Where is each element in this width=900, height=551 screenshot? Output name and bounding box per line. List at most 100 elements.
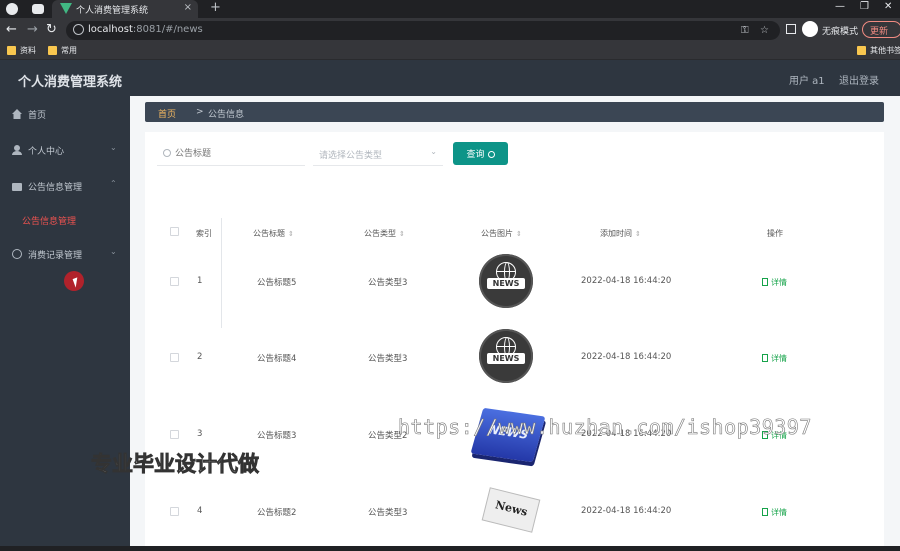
row-time: 2022-04-18 16:44:20: [581, 352, 672, 362]
news-globe-image: NEWS: [479, 254, 533, 308]
briefcase-icon: [12, 183, 22, 191]
update-button[interactable]: 更新: [862, 21, 900, 38]
table-row: 4 公告标题2 公告类型3 News 2022-04-18 16:44:20 详…: [155, 475, 875, 551]
sidebar-item-consumption[interactable]: 消费记录管理 ⌄: [0, 236, 130, 272]
tab-search-icon[interactable]: [32, 4, 44, 14]
detail-link[interactable]: 详情: [762, 507, 787, 518]
browser-tab-active[interactable]: 个人消费管理系统 ×: [52, 0, 198, 18]
sidebar-item-notice-mgmt[interactable]: 公告信息管理 ⌃: [0, 168, 130, 204]
incognito-indicator[interactable]: 无痕模式: [802, 21, 858, 39]
row-index: 3: [197, 429, 203, 439]
reload-icon[interactable]: ↻: [46, 22, 57, 38]
table-row: 1 公告标题5 公告类型3 NEWS 2022-04-18 16:44:20 详…: [155, 244, 875, 320]
detail-link[interactable]: 详情: [762, 277, 787, 288]
folder-icon: [7, 46, 16, 55]
address-bar[interactable]: localhost:8081/#/news ⚿ ☆: [66, 21, 780, 40]
restore-icon[interactable]: ❐: [860, 1, 869, 12]
document-icon: [762, 508, 768, 516]
main-content: 首页 > 公告信息 请选择公告类型 ⌄ 查询 索引 公告标题⇕ 公告类型⇕ 公告…: [130, 96, 900, 546]
col-header-time[interactable]: 添加时间 ⇕: [600, 228, 641, 239]
row-index: 4: [197, 506, 203, 516]
document-icon: [762, 354, 768, 362]
tab-close-icon[interactable]: ×: [184, 2, 192, 13]
row-type: 公告类型3: [368, 508, 408, 518]
logout-link[interactable]: 退出登录: [839, 72, 879, 87]
detail-link[interactable]: 详情: [762, 353, 787, 364]
minimize-icon[interactable]: —: [835, 1, 845, 12]
url-text: localhost:8081/#/news: [88, 24, 203, 35]
back-icon[interactable]: ←: [6, 22, 17, 38]
bookmark-star-icon[interactable]: ☆: [760, 25, 769, 36]
bookmark-folder-other[interactable]: 其他书签: [857, 45, 900, 57]
close-window-icon[interactable]: ✕: [884, 1, 892, 12]
tab-title: 个人消费管理系统: [76, 6, 149, 16]
row-index: 2: [197, 352, 203, 362]
row-type: 公告类型3: [368, 278, 408, 288]
col-header-index: 索引: [196, 229, 212, 238]
sidebar-subitem-notice-mgmt[interactable]: 公告信息管理: [22, 214, 76, 227]
incognito-avatar-icon: [802, 21, 818, 37]
table-row: 2 公告标题4 公告类型3 NEWS 2022-04-18 16:44:20 详…: [155, 321, 875, 397]
chevron-down-icon: ⌄: [110, 143, 117, 152]
folder-icon: [857, 46, 866, 55]
sort-icon[interactable]: ⇕: [635, 230, 641, 238]
bookmark-folder-changyong[interactable]: 常用: [48, 45, 77, 57]
chevron-up-icon: ⌃: [110, 179, 117, 188]
col-header-image[interactable]: 公告图片 ⇕: [481, 228, 522, 239]
breadcrumb-home[interactable]: 首页: [158, 107, 176, 120]
chevron-down-icon: ⌄: [430, 147, 437, 156]
breadcrumb: 首页 > 公告信息: [145, 102, 884, 122]
type-select-placeholder: 请选择公告类型: [319, 151, 383, 161]
vue-logo-icon: [60, 3, 72, 14]
col-header-title[interactable]: 公告标题 ⇕: [253, 228, 294, 239]
clock-icon: [12, 249, 22, 259]
row-checkbox[interactable]: [170, 277, 179, 286]
type-select[interactable]: 请选择公告类型 ⌄: [313, 142, 443, 166]
sidepanel-icon[interactable]: [786, 24, 796, 34]
app-title: 个人消费管理系统: [18, 75, 123, 90]
row-type: 公告类型3: [368, 354, 408, 364]
chevron-down-icon: ⌄: [110, 247, 117, 256]
search-title-input[interactable]: [175, 146, 300, 162]
sidebar-item-profile[interactable]: 个人中心 ⌄: [0, 132, 130, 168]
query-button[interactable]: 查询: [453, 142, 508, 165]
document-icon: [762, 278, 768, 286]
bookmarks-bar: 资料 常用 其他书签: [0, 42, 900, 60]
user-label: 用户 a1: [789, 76, 825, 87]
search-icon: [163, 149, 171, 157]
site-info-icon[interactable]: [73, 24, 84, 35]
browser-menu-icon[interactable]: [6, 3, 18, 15]
row-title: 公告标题2: [257, 508, 297, 518]
row-checkbox[interactable]: [170, 507, 179, 516]
folder-icon: [48, 46, 57, 55]
sort-icon[interactable]: ⇕: [399, 230, 405, 238]
col-header-action: 操作: [767, 229, 783, 238]
sort-icon[interactable]: ⇕: [288, 230, 294, 238]
row-checkbox[interactable]: [170, 430, 179, 439]
col-header-type[interactable]: 公告类型 ⇕: [364, 228, 405, 239]
browser-toolbar: ← → ↻ localhost:8081/#/news ⚿ ☆ 无痕模式 更新: [0, 18, 900, 42]
forward-icon[interactable]: →: [27, 22, 38, 38]
breadcrumb-separator: >: [196, 107, 204, 117]
row-checkbox[interactable]: [170, 353, 179, 362]
newspaper-image: News: [481, 487, 541, 533]
new-tab-icon[interactable]: +: [210, 0, 221, 15]
row-index: 1: [197, 276, 203, 286]
sort-icon[interactable]: ⇕: [516, 230, 522, 238]
bookmark-folder-ziliao[interactable]: 资料: [7, 45, 36, 57]
sidebar: 首页 个人中心 ⌄ 公告信息管理 ⌃ 公告信息管理 消费记录管理 ⌄: [0, 96, 130, 546]
content-panel: 请选择公告类型 ⌄ 查询 索引 公告标题⇕ 公告类型⇕ 公告图片⇕ 添加时间⇕ …: [145, 132, 884, 546]
home-icon: [12, 109, 22, 119]
row-title: 公告标题5: [257, 278, 297, 288]
row-title: 公告标题3: [257, 431, 297, 441]
search-title-field[interactable]: [157, 142, 305, 166]
browser-tab-bar: 个人消费管理系统 × + — ❐ ✕: [0, 0, 900, 18]
breadcrumb-current: 公告信息: [208, 110, 245, 120]
key-icon[interactable]: ⚿: [741, 25, 749, 36]
news-globe-image: NEWS: [479, 329, 533, 383]
watermark-text: 专业毕业设计代做: [91, 452, 260, 477]
search-icon: [487, 151, 495, 158]
sidebar-item-home[interactable]: 首页: [0, 96, 130, 132]
select-all-checkbox[interactable]: [170, 227, 179, 236]
row-time: 2022-04-18 16:44:20: [581, 506, 672, 516]
